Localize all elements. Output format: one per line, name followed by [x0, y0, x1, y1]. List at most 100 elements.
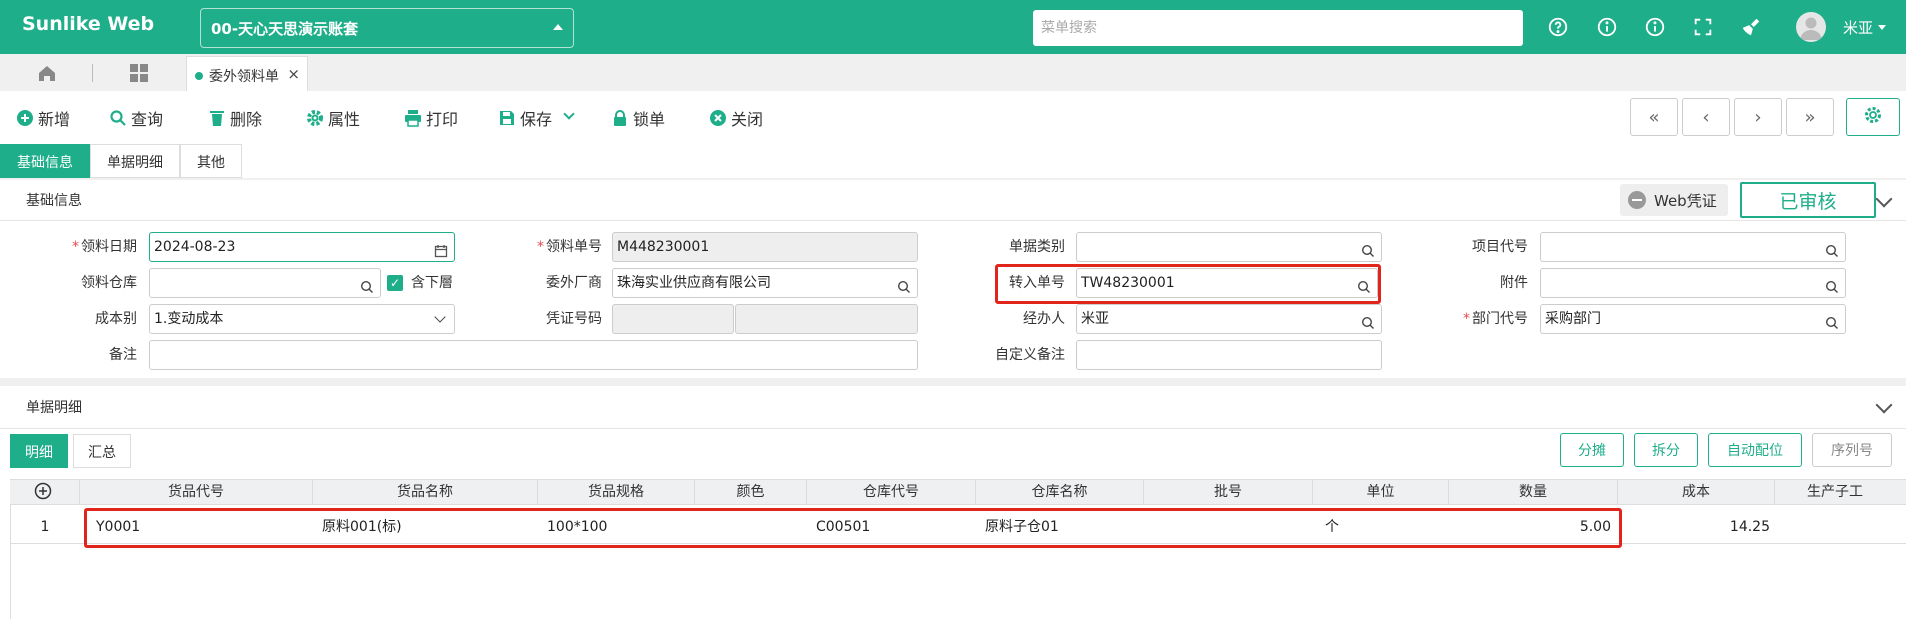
collapse-chevron-icon[interactable] — [1875, 190, 1893, 208]
transfer-no-field[interactable]: TW48230001 — [1076, 268, 1378, 298]
col-batch[interactable]: 批号 — [1144, 479, 1313, 505]
web-voucher-button[interactable]: Web凭证 — [1620, 184, 1728, 216]
lock-button[interactable]: 锁单 — [611, 106, 665, 130]
handler-label: 经办人 — [1023, 311, 1065, 327]
include-sub-checkbox[interactable]: ✓ — [387, 275, 403, 291]
dept-label: * 部门代号 — [1463, 311, 1528, 327]
info-icon[interactable] — [1595, 15, 1619, 39]
menu-search-input[interactable] — [1033, 10, 1523, 46]
search-icon[interactable] — [1357, 276, 1371, 293]
attachment-field[interactable] — [1540, 268, 1846, 298]
col-qty[interactable]: 数量 — [1449, 479, 1618, 505]
app-logo: Sunlike Web — [22, 13, 155, 35]
cell-cost[interactable]: 14.25 — [1618, 512, 1770, 542]
chevron-down-icon[interactable] — [1878, 25, 1886, 30]
floppy-disk-icon — [498, 109, 516, 127]
tab-divider — [92, 64, 93, 82]
trash-icon — [208, 109, 226, 127]
remark-label: 备注 — [109, 347, 137, 363]
close-icon[interactable]: × — [287, 65, 300, 83]
divider — [0, 428, 1906, 429]
col-production[interactable]: 生产子工 — [1775, 479, 1906, 505]
query-button[interactable]: 查询 — [109, 106, 163, 130]
save-button[interactable]: 保存 — [498, 106, 552, 130]
settings-button[interactable] — [1846, 98, 1900, 136]
help-icon[interactable] — [1546, 15, 1570, 39]
tab-outsource-requisition[interactable]: 委外领料单 × — [186, 56, 308, 91]
print-button[interactable]: 打印 — [404, 106, 458, 130]
serial-no-button[interactable]: 序列号 — [1812, 433, 1892, 467]
highlight-detail-row — [84, 508, 1622, 548]
search-icon[interactable] — [1825, 276, 1839, 293]
basic-info-title: 基础信息 — [26, 193, 82, 209]
tab-detail[interactable]: 明细 — [10, 434, 68, 468]
caret-up-icon — [553, 24, 563, 30]
dept-field[interactable]: 采购部门 — [1540, 304, 1846, 334]
remark-field[interactable] — [149, 340, 918, 370]
search-icon[interactable] — [1361, 240, 1375, 257]
add-button[interactable]: 新增 — [16, 106, 70, 130]
user-name[interactable]: 米亚 — [1843, 17, 1873, 38]
col-cost[interactable]: 成本 — [1618, 479, 1775, 505]
allocate-button[interactable]: 分摊 — [1560, 433, 1624, 467]
divider — [0, 220, 1906, 221]
auto-locate-button[interactable]: 自动配位 — [1708, 433, 1802, 467]
plus-circle-icon — [16, 109, 34, 127]
vendor-field[interactable]: 珠海实业供应商有限公司 — [612, 268, 918, 298]
transfer-no-label: 转入单号 — [1009, 275, 1065, 291]
col-spec[interactable]: 货品规格 — [538, 479, 695, 505]
tab-summary[interactable]: 汇总 — [73, 434, 131, 468]
tab-other[interactable]: 其他 — [180, 144, 242, 178]
search-icon[interactable] — [1361, 312, 1375, 329]
avatar[interactable] — [1796, 12, 1826, 42]
col-warehouse-name[interactable]: 仓库名称 — [976, 479, 1144, 505]
close-button[interactable]: 关闭 — [709, 106, 763, 130]
about-icon[interactable] — [1643, 15, 1667, 39]
close-circle-icon — [709, 109, 727, 127]
col-warehouse-code[interactable]: 仓库代号 — [807, 479, 976, 505]
col-item-code[interactable]: 货品代号 — [80, 479, 313, 505]
detail-title: 单据明细 — [26, 400, 82, 416]
col-unit[interactable]: 单位 — [1313, 479, 1449, 505]
doc-no-label: * 领料单号 — [537, 239, 602, 255]
chevron-down-icon — [434, 311, 446, 323]
warehouse-field[interactable] — [149, 268, 381, 298]
cost-type-select[interactable]: 1.变动成本 — [149, 304, 455, 334]
voucher-no-field-1 — [612, 304, 734, 334]
first-record-button[interactable]: « — [1630, 98, 1678, 136]
search-icon[interactable] — [897, 276, 911, 293]
collapse-chevron-icon[interactable] — [1875, 396, 1893, 414]
minus-circle-icon — [1628, 191, 1646, 209]
custom-remark-field[interactable] — [1076, 340, 1382, 370]
col-item-name[interactable]: 货品名称 — [313, 479, 538, 505]
search-icon[interactable] — [1825, 240, 1839, 257]
search-icon[interactable] — [1825, 312, 1839, 329]
next-record-button[interactable]: › — [1734, 98, 1782, 136]
doc-no-field: M448230001 — [612, 232, 918, 262]
split-button[interactable]: 拆分 — [1634, 433, 1698, 467]
project-field[interactable] — [1540, 232, 1846, 262]
doc-type-field[interactable] — [1076, 232, 1382, 262]
tab-doc-detail[interactable]: 单据明细 — [90, 144, 180, 178]
home-icon[interactable] — [22, 62, 72, 84]
properties-button[interactable]: 属性 — [306, 106, 360, 130]
fullscreen-icon[interactable] — [1691, 15, 1715, 39]
tab-basic-info[interactable]: 基础信息 — [0, 144, 90, 178]
col-color[interactable]: 颜色 — [695, 479, 807, 505]
tab-label: 委外领料单 — [209, 69, 279, 85]
cell-index: 1 — [40, 519, 50, 535]
account-selector[interactable]: 00-天心天思演示账套 — [200, 8, 574, 48]
delete-button[interactable]: 删除 — [208, 106, 262, 130]
last-record-button[interactable]: » — [1786, 98, 1834, 136]
date-field[interactable]: 2024-08-23 — [149, 232, 455, 262]
apps-grid-icon[interactable] — [128, 62, 150, 84]
status-badge: 已审核 — [1740, 182, 1876, 218]
search-icon[interactable] — [360, 276, 374, 293]
previous-record-button[interactable]: ‹ — [1682, 98, 1730, 136]
calendar-icon[interactable] — [434, 240, 448, 258]
voucher-no-label: 凭证号码 — [546, 311, 602, 327]
save-dropdown-chevron-icon[interactable] — [563, 108, 575, 120]
handler-field[interactable]: 米亚 — [1076, 304, 1382, 334]
warehouse-label: 领料仓库 — [81, 275, 137, 291]
clear-cache-icon[interactable] — [1739, 15, 1763, 39]
